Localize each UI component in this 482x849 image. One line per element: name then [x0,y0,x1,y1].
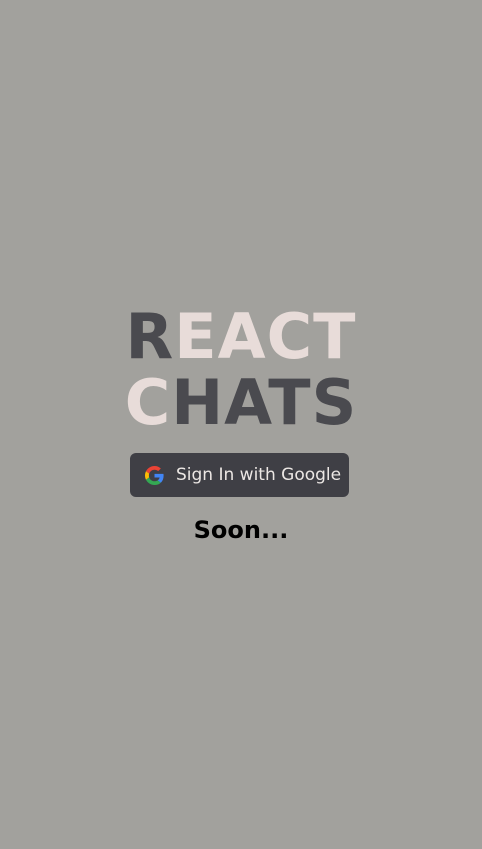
google-signin-button[interactable]: Sign In with Google [130,453,349,497]
app-logo-line-2: CHATS [0,370,482,436]
status-text: Soon... [193,516,289,544]
logo-letter-r: R [125,300,175,373]
logo-letter-c: C [124,366,172,439]
logo-letters-eact: EACT [174,300,357,373]
app-logo-line-1: REACT [0,304,482,370]
logo-letters-hats: HATS [171,366,358,439]
google-icon [145,465,164,485]
signin-button-label: Sign In with Google [176,465,342,485]
login-page: REACT CHATS Sign In with Google Soon... [0,0,482,849]
